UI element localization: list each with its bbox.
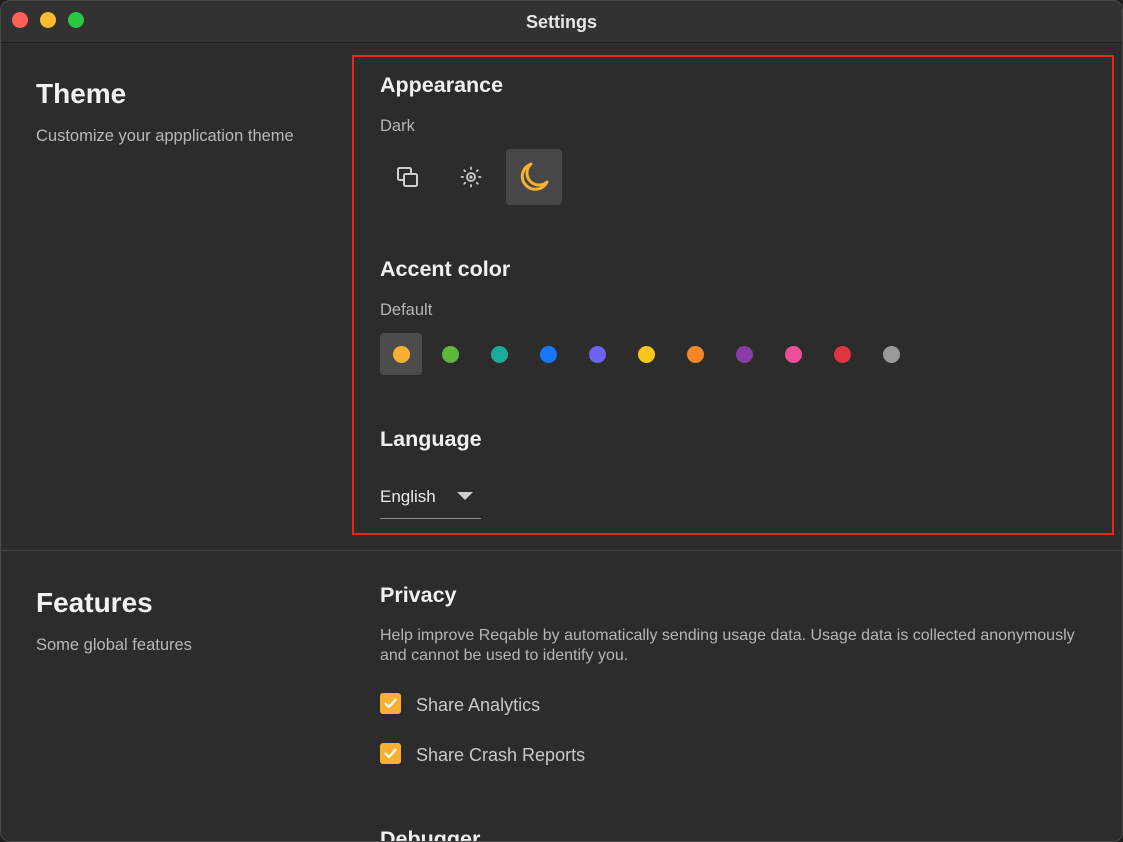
theme-section-title: Theme (36, 78, 127, 109)
checkmark-icon (384, 748, 397, 759)
accent-swatch-yellow[interactable] (625, 333, 667, 375)
settings-window: Settings Theme Customize your appplicati… (0, 0, 1123, 842)
accent-color-current-value: Default (380, 301, 433, 319)
accent-swatch-teal[interactable] (478, 333, 520, 375)
privacy-description: Help improve Reqable by automatically se… (380, 627, 1075, 664)
accent-color-heading: Accent color (380, 257, 511, 281)
accent-swatch-default[interactable] (380, 333, 422, 375)
language-select[interactable]: English (380, 479, 481, 519)
accent-swatch-dot (441, 345, 459, 363)
appearance-dark-button[interactable] (506, 149, 562, 205)
section-divider (1, 550, 1122, 551)
accent-swatch-red[interactable] (821, 333, 863, 375)
appearance-current-value: Dark (380, 117, 415, 135)
appearance-light-button[interactable] (443, 149, 499, 205)
features-section-title: Features (36, 587, 153, 618)
share-analytics-label[interactable]: Share Analytics (416, 695, 540, 716)
accent-swatch-purple[interactable] (723, 333, 765, 375)
theme-section-description: Customize your appplication theme (36, 127, 294, 145)
accent-swatch-dot (490, 345, 508, 363)
appearance-system-button[interactable] (380, 149, 436, 205)
checkmark-icon (384, 698, 397, 709)
accent-swatch-blue[interactable] (527, 333, 569, 375)
accent-swatch-dot (686, 345, 704, 363)
sun-icon (460, 166, 482, 188)
accent-swatch-pink[interactable] (772, 333, 814, 375)
accent-swatch-dot (882, 345, 900, 363)
title-bar: Settings (1, 1, 1122, 43)
share-analytics-checkbox[interactable] (380, 693, 401, 714)
accent-swatch-dot (392, 345, 410, 363)
accent-swatch-green[interactable] (429, 333, 471, 375)
accent-swatch-gray[interactable] (870, 333, 912, 375)
window-title: Settings (525, 12, 597, 32)
accent-swatch-orange[interactable] (674, 333, 716, 375)
accent-swatch-dot (784, 345, 802, 363)
theme-settings-highlight (352, 55, 1114, 535)
share-crash-reports-checkbox[interactable] (380, 743, 401, 764)
accent-swatch-dot (588, 345, 606, 363)
privacy-heading: Privacy (380, 583, 457, 607)
appearance-heading: Appearance (380, 73, 504, 97)
language-select-value: English (380, 487, 436, 506)
accent-swatch-dot (735, 345, 753, 363)
accent-swatch-dot (833, 345, 851, 363)
accent-swatch-dot (539, 345, 557, 363)
debugger-heading: Debugger (380, 827, 481, 842)
system-icon (397, 167, 418, 187)
language-heading: Language (380, 427, 482, 451)
features-section-description: Some global features (36, 636, 192, 654)
share-crash-reports-label[interactable]: Share Crash Reports (416, 745, 585, 766)
moon-icon (520, 162, 549, 191)
accent-swatch-dot (637, 345, 655, 363)
accent-swatch-indigo[interactable] (576, 333, 618, 375)
chevron-down-icon (457, 492, 473, 500)
